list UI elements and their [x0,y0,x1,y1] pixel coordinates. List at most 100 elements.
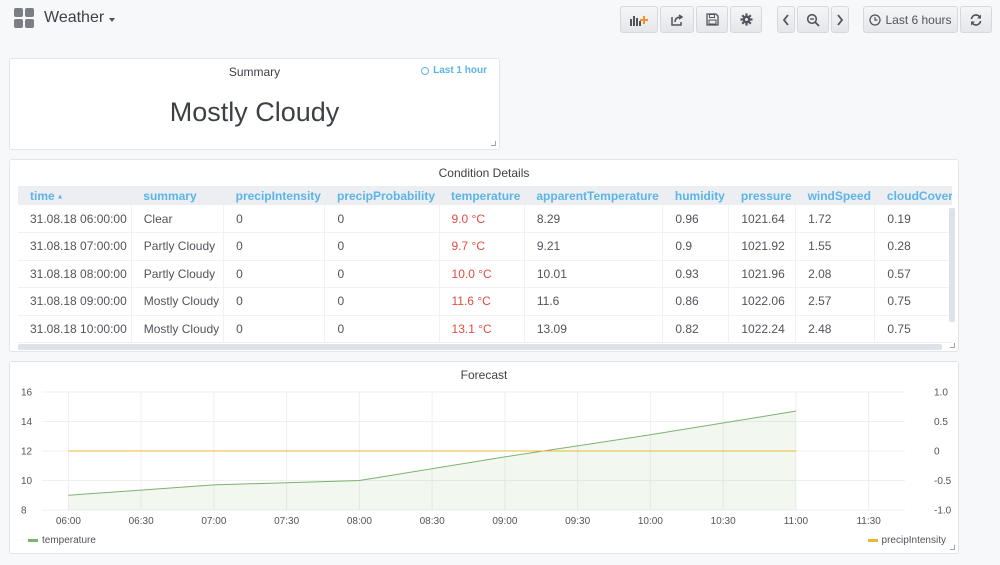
column-header-label: pressure [740,188,792,203]
condition-details-panel: Condition Details time ▲ summary precipInt… [9,159,959,352]
x-tick-label: 10:30 [711,516,736,527]
y-left-tick-label: 14 [21,417,33,428]
cell-precipprobability: 0 [324,205,440,233]
cell-precipintensity: 0 [223,260,326,288]
cell-windspeed: 2.08 [795,260,876,288]
panel-resize-handle[interactable] [491,141,496,146]
column-header-label: apparentTemperature [536,188,659,203]
singlestat-value: Mostly Cloudy [169,97,340,127]
cell-summary: Mostly Cloudy [131,315,225,343]
top-navbar: Weather Last 6 hours [0,0,1000,40]
column-header-cloudcover[interactable]: cloudCover [874,186,952,205]
column-header-pressure[interactable]: pressure [728,186,796,205]
zoom-out-button[interactable] [797,6,829,33]
cell-summary: Mostly Cloudy [131,287,225,316]
column-header-time[interactable]: time ▲ [18,186,132,205]
share-icon [671,13,684,26]
cell-humidity: 0.9 [662,232,730,261]
cell-cloudcover: 0.28 [874,232,952,261]
cell-summary: Partly Cloudy [131,260,225,288]
table-scroll-area: time ▲ summary precipIntensity precipProbab… [18,186,952,348]
legend-label: precipIntensity [881,535,946,546]
cell-cloudcover: 0.75 [874,287,952,316]
column-header-precipprobability[interactable]: precipProbability [324,186,440,205]
dashboard-grid-icon [14,8,34,28]
table-header-row: time ▲ summary precipIntensity precipProbab… [18,186,952,205]
horizontal-scrollbar[interactable] [18,344,942,350]
x-tick-label: 07:00 [201,516,226,527]
chevron-right-icon [837,13,844,26]
y-left-tick-label: 12 [21,447,33,458]
table-row: 31.08.18 08:00:00 Partly Cloudy 0 0 10.0 °C 1… [18,260,952,288]
cell-apparenttemperature: 11.6 [524,287,664,316]
panel-resize-handle[interactable] [950,343,955,348]
time-forward-button[interactable] [831,6,849,33]
legend-swatch [867,539,878,542]
panel-title[interactable]: Condition Details [10,166,958,180]
column-header-windspeed[interactable]: windSpeed [795,186,875,205]
cell-windspeed: 1.72 [795,205,876,233]
column-header-label: summary [143,188,197,203]
zoom-out-icon [806,13,820,27]
y-left-tick-label: 16 [21,388,33,399]
add-panel-button[interactable] [620,6,658,33]
table-row: 31.08.18 06:00:00 Clear 0 0 9.0 °C 8.29 0.96 10… [18,205,952,233]
panel-resize-handle[interactable] [950,545,955,550]
dashboard-picker[interactable]: Weather [14,8,116,28]
legend-swatch [28,539,38,542]
add-panel-icon [630,15,648,26]
share-button[interactable] [660,6,694,33]
column-header-label: humidity [674,188,725,203]
x-tick-label: 08:30 [420,516,445,527]
time-override-info: Last 1 hour [421,65,487,76]
save-icon [705,13,719,26]
table-body: 31.08.18 06:00:00 Clear 0 0 9.0 °C 8.29 0.96 10… [18,205,952,343]
cell-temperature: 10.0 °C [439,260,525,288]
save-dashboard-button[interactable] [696,6,728,33]
column-header-label: cloudCover [886,188,952,203]
settings-button[interactable] [730,6,762,33]
cell-pressure: 1021.96 [728,260,797,288]
column-header-temperature[interactable]: temperature [439,186,525,205]
cell-time: 31.08.18 09:00:00 [18,287,132,316]
cell-temperature: 13.1 °C [439,315,525,343]
cell-humidity: 0.93 [662,260,730,288]
cell-pressure: 1021.92 [728,232,797,261]
caret-down-icon [109,17,116,22]
time-range-picker[interactable]: Last 6 hours [863,6,958,33]
cell-precipintensity: 0 [223,232,326,261]
table-row: 31.08.18 10:00:00 Mostly Cloudy 0 0 13.1 °C 1… [18,315,952,343]
column-header-label: precipIntensity [235,188,321,203]
column-header-precipintensity[interactable]: precipIntensity [223,186,325,205]
refresh-button[interactable] [960,6,992,33]
cell-pressure: 1022.24 [728,315,797,343]
column-header-apparenttemperature[interactable]: apparentTemperature [524,186,663,205]
table-row: 31.08.18 09:00:00 Mostly Cloudy 0 0 11.6 °C 1… [18,287,952,316]
forecast-chart: 16 14 12 10 8 1.0 0.5 0 -0.5 -1.0 06:00 06:30 07:00 0… [21,388,952,528]
cell-pressure: 1021.64 [728,205,797,233]
cell-precipintensity: 0 [223,287,326,316]
y-right-tick-label: 1.0 [934,388,948,399]
cell-cloudcover: 0.57 [874,260,952,288]
cell-apparenttemperature: 10.01 [524,260,664,288]
x-tick-label: 09:30 [565,516,590,527]
cell-precipprobability: 0 [324,260,440,288]
cell-temperature: 9.7 °C [439,232,525,261]
cell-windspeed: 1.55 [795,232,876,261]
x-tick-label: 07:30 [274,516,299,527]
cell-time: 31.08.18 08:00:00 [18,260,132,288]
legend-item-temperature[interactable]: temperature [28,535,96,546]
column-header-summary[interactable]: summary [131,186,224,205]
vertical-scrollbar[interactable] [949,208,955,322]
column-header-humidity[interactable]: humidity [662,186,729,205]
clock-icon [421,66,430,75]
time-back-button[interactable] [777,6,795,33]
cell-precipprobability: 0 [324,287,440,316]
cell-time: 31.08.18 06:00:00 [18,205,132,233]
legend-item-precipintensity[interactable]: precipIntensity [867,535,946,546]
cell-cloudcover: 0.75 [874,315,952,343]
y-right-tick-label: 0.5 [934,417,948,428]
y-right-tick-label: -0.5 [934,476,952,487]
cell-precipintensity: 0 [223,315,326,343]
cell-time: 31.08.18 07:00:00 [18,232,132,261]
